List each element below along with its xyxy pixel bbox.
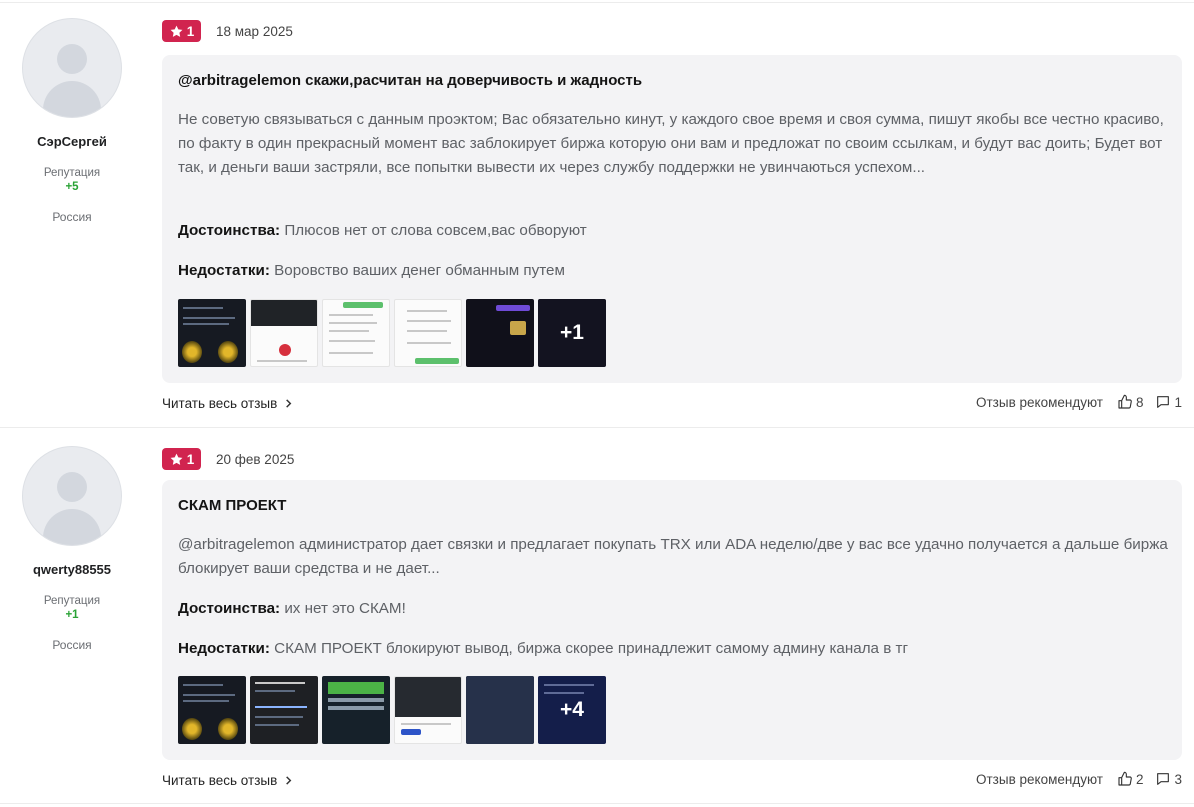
photo-thumbnail[interactable]: [394, 299, 462, 367]
review-pros: Достоинства: Плюсов нет от слова совсем,…: [178, 222, 587, 239]
review-reactions: Отзыв рекомендуют 2 3: [976, 771, 1182, 787]
review-reactions: Отзыв рекомендуют 8 1: [976, 394, 1182, 410]
comment-icon: [1157, 773, 1170, 785]
review-pros: Достоинства: их нет это СКАМ!: [178, 600, 406, 617]
rating-value: 1: [186, 23, 195, 39]
rating-value: 1: [186, 451, 195, 467]
review-cons: Недостатки: СКАМ ПРОЕКТ блокируют вывод,…: [178, 640, 908, 657]
review-cons: Недостатки: Воровство ваших денег обманн…: [178, 262, 565, 279]
photo-thumbnail-more[interactable]: +4: [538, 676, 606, 744]
chevron-right-icon: [286, 399, 292, 408]
photo-thumbnail[interactable]: [178, 676, 246, 744]
review-title[interactable]: СКАМ ПРОЕКТ: [178, 497, 286, 514]
review-item: qwerty88555 Репутация +1 Россия 1 20 фев…: [0, 428, 1194, 807]
pros-text: их нет это СКАМ!: [284, 600, 406, 617]
review-meta: 1 20 фев 2025: [162, 448, 294, 470]
comments-button[interactable]: 1: [1155, 394, 1182, 410]
rating-badge: 1: [162, 20, 201, 42]
photo-thumbnail[interactable]: [322, 299, 390, 367]
photo-thumbnail[interactable]: [394, 676, 462, 744]
photo-thumbnail[interactable]: [250, 676, 318, 744]
thumbs-up-icon: [1118, 771, 1132, 786]
photo-thumbnail[interactable]: [178, 299, 246, 367]
photo-thumbnail[interactable]: [466, 299, 534, 367]
pros-label: Достоинства:: [178, 600, 281, 617]
review-date: 18 мар 2025: [216, 23, 293, 39]
more-photos-count: +1: [538, 299, 606, 367]
avatar[interactable]: [22, 18, 122, 118]
comment-count: 3: [1174, 771, 1182, 787]
review-actions: Читать весь отзыв Отзыв рекомендуют 8 1: [162, 394, 1182, 414]
cons-text: Воровство ваших денег обманным путем: [274, 262, 565, 279]
rating-badge: 1: [162, 448, 201, 470]
like-count: 8: [1135, 394, 1144, 410]
comment-count: 1: [1174, 394, 1182, 410]
thumbs-up-icon: [1118, 394, 1132, 409]
like-button[interactable]: 8: [1117, 394, 1144, 410]
review-card: СКАМ ПРОЕКТ @arbitragelemon администрато…: [162, 480, 1182, 760]
comments-button[interactable]: 3: [1155, 771, 1182, 787]
cons-label: Недостатки:: [178, 640, 270, 657]
cons-label: Недостатки:: [178, 262, 270, 279]
review-actions: Читать весь отзыв Отзыв рекомендуют 2 3: [162, 771, 1182, 791]
read-more-label: Читать весь отзыв: [162, 396, 278, 411]
comment-icon: [1157, 396, 1170, 408]
review-title[interactable]: @arbitragelemon скажи,расчитан на доверч…: [178, 72, 642, 89]
reputation-value: +5: [65, 181, 79, 193]
photo-thumbnail[interactable]: [250, 299, 318, 367]
photo-gallery: +4: [178, 676, 606, 744]
more-photos-count: +4: [538, 676, 606, 744]
cons-text: СКАМ ПРОЕКТ блокируют вывод, биржа скоре…: [274, 640, 909, 657]
review-item: СэрСергей Репутация +5 Россия 1 18 мар 2…: [0, 0, 1194, 428]
photo-thumbnail[interactable]: [322, 676, 390, 744]
pros-text: Плюсов нет от слова совсем,вас обворуют: [284, 222, 587, 239]
reputation-value: +1: [65, 609, 79, 621]
reputation-label: Репутация: [43, 595, 101, 607]
review-date: 20 фев 2025: [216, 451, 295, 467]
recommend-label: Отзыв рекомендуют: [976, 771, 1103, 787]
review-text: @arbitragelemon администратор дает связк…: [178, 536, 1168, 577]
star-icon: [170, 25, 183, 37]
photo-gallery: +1: [178, 299, 606, 367]
review-text: Не советую связываться с данным проэктом…: [178, 111, 1164, 176]
like-count: 2: [1135, 771, 1144, 787]
review-meta: 1 18 мар 2025: [162, 20, 293, 42]
avatar[interactable]: [22, 446, 122, 546]
photo-thumbnail[interactable]: [466, 676, 534, 744]
author-country: Россия: [52, 210, 92, 224]
author-country: Россия: [52, 638, 92, 652]
review-card: @arbitragelemon скажи,расчитан на доверч…: [162, 55, 1182, 383]
like-button[interactable]: 2: [1117, 771, 1144, 787]
recommend-label: Отзыв рекомендуют: [976, 394, 1103, 410]
pros-label: Достоинства:: [178, 222, 281, 239]
read-full-review-link[interactable]: Читать весь отзыв: [162, 396, 294, 411]
chevron-right-icon: [286, 776, 292, 785]
review-author: qwerty88555 Репутация +1 Россия: [0, 446, 144, 652]
photo-thumbnail-more[interactable]: +1: [538, 299, 606, 367]
author-name[interactable]: СэрСергей: [0, 134, 144, 149]
author-name[interactable]: qwerty88555: [0, 562, 144, 577]
read-full-review-link[interactable]: Читать весь отзыв: [162, 773, 294, 788]
read-more-label: Читать весь отзыв: [162, 773, 278, 788]
review-author: СэрСергей Репутация +5 Россия: [0, 18, 144, 224]
star-icon: [170, 453, 183, 465]
reputation-label: Репутация: [43, 167, 101, 179]
